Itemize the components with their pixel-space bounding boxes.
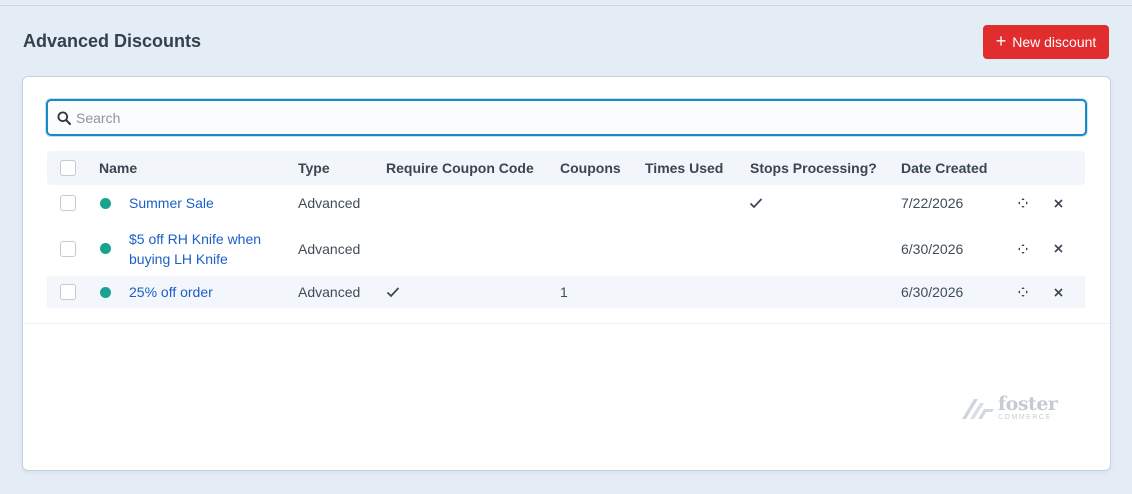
status-dot	[100, 286, 111, 298]
top-divider	[0, 5, 1132, 6]
discount-type: Advanced	[298, 284, 361, 300]
column-header-require-coupon-code[interactable]: Require Coupon Code	[386, 151, 534, 185]
delete-icon[interactable]	[1051, 196, 1065, 210]
date-created: 7/22/2026	[901, 195, 964, 211]
delete-icon[interactable]	[1051, 242, 1065, 256]
discounts-card: Name Type Require Coupon Code Coupons Ti…	[23, 77, 1110, 470]
status-dot	[100, 197, 111, 209]
discount-type: Advanced	[298, 195, 361, 211]
search-icon	[57, 111, 71, 125]
table-footer-divider	[23, 323, 1110, 324]
search-box[interactable]	[46, 99, 1087, 136]
page-title: Advanced Discounts	[23, 31, 202, 51]
discount-name-link[interactable]: Summer Sale	[129, 193, 214, 213]
date-created: 6/30/2026	[901, 240, 964, 257]
status-dot	[100, 243, 111, 254]
table-row: $5 off RH Knife when buying LH Knife Adv…	[47, 221, 1085, 276]
discount-name-link[interactable]: $5 off RH Knife when buying LH Knife	[129, 229, 289, 269]
logo-mark-icon	[962, 399, 994, 419]
column-header-coupons[interactable]: Coupons	[560, 151, 621, 185]
column-header-stops-processing[interactable]: Stops Processing?	[750, 151, 877, 185]
column-header-date-created[interactable]: Date Created	[901, 151, 987, 185]
delete-icon[interactable]	[1051, 285, 1065, 299]
check-icon	[749, 198, 763, 209]
coupon-count: 1	[560, 284, 568, 300]
search-input[interactable]	[76, 107, 1066, 129]
move-icon[interactable]	[1016, 242, 1030, 256]
row-checkbox[interactable]	[60, 240, 76, 257]
discount-name-link[interactable]: 25% off order	[129, 282, 213, 302]
logo-text: foster	[998, 393, 1058, 415]
date-created: 6/30/2026	[901, 284, 964, 300]
select-all-checkbox[interactable]	[60, 160, 76, 176]
plus-icon: +	[995, 31, 1007, 51]
column-header-name[interactable]: Name	[99, 151, 137, 185]
move-icon[interactable]	[1016, 285, 1030, 299]
column-header-times-used[interactable]: Times Used	[645, 151, 723, 185]
logo-subtext: COMMERCE	[998, 414, 1052, 421]
move-icon[interactable]	[1016, 196, 1030, 210]
table-row: 25% off order Advanced 1 6/30/2026	[47, 276, 1085, 308]
new-discount-button[interactable]: + New discount	[983, 25, 1109, 59]
check-icon	[386, 287, 400, 298]
column-header-type[interactable]: Type	[298, 151, 330, 185]
discount-type: Advanced	[298, 240, 361, 257]
table-header: Name Type Require Coupon Code Coupons Ti…	[47, 151, 1085, 185]
row-checkbox[interactable]	[60, 195, 76, 211]
discounts-table: Name Type Require Coupon Code Coupons Ti…	[47, 151, 1085, 308]
new-discount-label: New discount	[1012, 34, 1097, 50]
row-checkbox[interactable]	[60, 284, 76, 300]
foster-commerce-logo: foster COMMERCE	[960, 393, 1066, 423]
table-row: Summer Sale Advanced 7/22/2026	[47, 185, 1085, 221]
